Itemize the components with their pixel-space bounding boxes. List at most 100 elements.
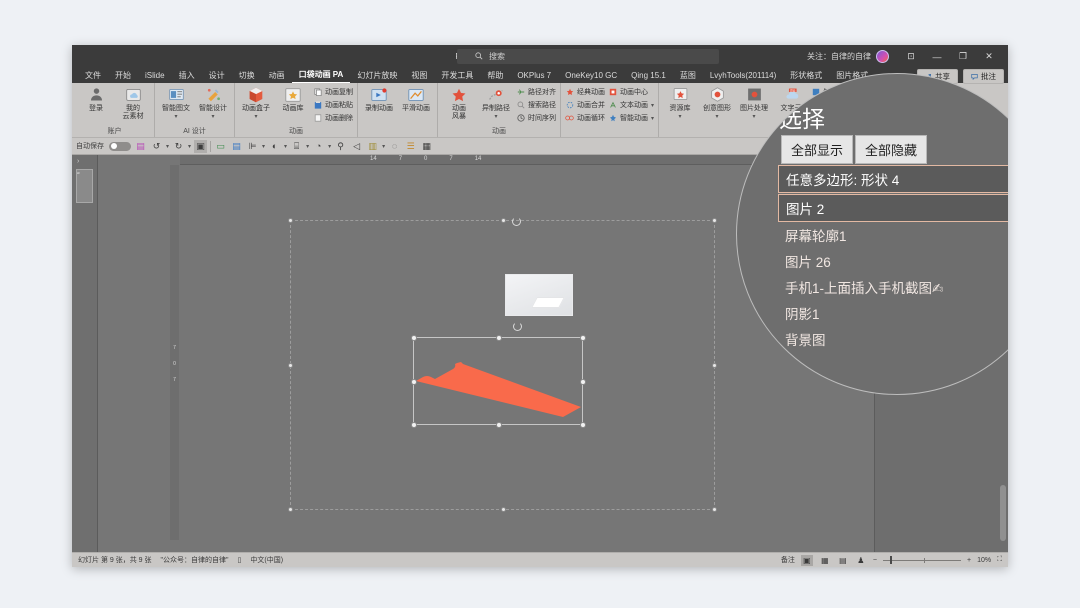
animation-box-button[interactable]: 动画盒子 ▾ [239,85,273,120]
zoom-level-label[interactable]: 10% [977,557,991,564]
normal-view-icon[interactable]: ▣ [800,554,813,566]
list-item-shape4[interactable]: 任意多边形: 形状 4 [778,165,1008,193]
zoom-slider[interactable] [882,555,961,565]
slideshow-icon[interactable]: ♟ [855,555,867,566]
rotate-caret-icon[interactable]: ▾ [328,143,331,150]
accessibility-icon[interactable]: ▯ [238,556,242,564]
eyedropper-icon[interactable]: ⚲ [334,140,347,153]
comment-button[interactable]: 批注 [963,69,1004,84]
image-process-button[interactable]: 图片处理 ▾ [737,85,771,120]
chevron-down-icon[interactable]: ▾ [254,114,257,121]
tab-onekey[interactable]: OneKey10 GC [558,69,624,83]
shape-handle[interactable] [410,421,417,428]
lock-caret-icon[interactable]: ▾ [382,143,385,150]
animation-storm-button[interactable]: 动画 风暴 [442,85,476,120]
chevron-down-icon[interactable]: ▾ [651,115,654,122]
list-item-picture26[interactable]: 图片 26 [778,248,1008,274]
loop-animation-button[interactable]: 动画循环 [565,112,605,124]
shape-handle[interactable] [496,334,502,341]
pointer-icon[interactable]: ◁ [350,140,363,153]
slide-thumbnail-pane[interactable]: › 9 [72,155,98,552]
animation-center-button[interactable]: 动画中心 [608,86,654,98]
smart-design-button[interactable]: 智能设计 ▾ [196,85,230,120]
lock-icon[interactable]: ▥ [366,140,379,153]
fill-caret-icon[interactable]: ▾ [284,143,287,150]
tab-pocket-animation[interactable]: 口袋动画 PA [291,68,351,83]
tab-islide[interactable]: iSlide [138,69,172,83]
selection-handle[interactable] [288,363,293,368]
text-animation-button[interactable]: 文本动画 ▾ [608,99,654,111]
motion-path-button[interactable]: 异制路径 ▾ [479,85,513,120]
table-icon[interactable]: ▦ [420,140,433,153]
rotate-icon[interactable]: ◔ [312,140,325,153]
delete-animation-button[interactable]: 动画删除 [313,112,353,124]
path-align-button[interactable]: 路径对齐 [516,86,556,98]
tab-qing[interactable]: Qing 15.1 [624,69,673,83]
presentation-icon[interactable]: ▭ [214,140,227,153]
list-item-shadow1[interactable]: 阴影1 [778,300,1008,326]
shape-handle[interactable] [579,421,586,428]
creative-shape-button[interactable]: 创意图形 ▾ [700,85,734,120]
smart-text-button[interactable]: 智能图文 ▾ [159,85,193,120]
slide-sorter-icon[interactable]: ▦ [819,555,831,566]
my-cloud-assets-button[interactable]: 我的 云素材 [116,85,150,120]
selection-handle[interactable] [501,218,506,223]
undo-caret-icon[interactable]: ▾ [166,143,169,150]
close-button[interactable]: ✕ [976,45,1002,68]
scrollbar-thumb[interactable] [1000,485,1006,541]
align-icon[interactable]: ⊫ [246,140,259,153]
autosave-toggle[interactable] [109,141,131,151]
reading-view-icon[interactable]: ▤ [837,555,849,566]
selection-handle[interactable] [712,363,717,368]
save-icon[interactable]: ▤ [134,140,147,153]
tab-file[interactable]: 文件 [78,69,108,83]
time-sequence-button[interactable]: 时间序列 [516,112,556,124]
list-item-picture2[interactable]: 图片 2 [778,194,1008,222]
new-slide-icon[interactable]: ▤ [230,140,243,153]
hide-all-button[interactable]: 全部隐藏 [855,135,928,164]
tab-shape-format[interactable]: 形状格式 [783,69,829,83]
align-caret-icon[interactable]: ▾ [262,143,265,150]
list-icon[interactable]: ☰ [404,140,417,153]
chevron-right-icon[interactable]: › [77,158,79,165]
paste-animation-button[interactable]: 动画粘贴 [313,99,353,111]
list-item-background[interactable]: 背景图 [778,326,1008,352]
phone-screenshot-image[interactable] [505,274,573,316]
smart-animation-button[interactable]: 智能动画 ▾ [608,112,654,124]
shape-handle[interactable] [410,379,417,385]
shape-fill-icon[interactable]: ◐ [268,140,281,153]
tab-lantu[interactable]: 蓝图 [673,69,703,83]
tab-developer[interactable]: 开发工具 [434,69,480,83]
tab-transitions[interactable]: 切换 [232,69,262,83]
path-search-button[interactable]: 搜索路径 [516,99,556,111]
selection-handle[interactable] [712,218,717,223]
slide-thumbnail[interactable]: 9 [76,169,93,203]
chevron-down-icon[interactable]: ▾ [494,114,497,121]
chevron-down-icon[interactable]: ▾ [753,114,756,121]
classic-animation-button[interactable]: 经典动画 [565,86,605,98]
resource-library-button[interactable]: 资源库 ▾ [663,85,697,120]
selection-handle[interactable] [712,507,717,512]
rotate-handle-top[interactable] [512,217,521,226]
zoom-knob[interactable] [889,556,893,564]
record-animation-button[interactable]: 录制动画 [362,85,396,113]
animation-library-button[interactable]: 动画库 [276,85,310,113]
chevron-down-icon[interactable]: ▾ [174,114,177,121]
undo-icon[interactable]: ↺ [150,140,163,153]
redo-caret-icon[interactable]: ▾ [188,143,191,150]
selection-handle[interactable] [288,507,293,512]
tab-help[interactable]: 帮助 [480,69,510,83]
chevron-down-icon[interactable]: ▾ [211,114,214,121]
shape-handle[interactable] [579,379,586,385]
shape-handle[interactable] [579,334,586,341]
selection-handle[interactable] [288,218,293,223]
shape-handle[interactable] [496,421,502,428]
list-item-phone1[interactable]: 手机1-上面插入手机截图✍ [778,274,1008,300]
copy-animation-button[interactable]: 动画复制 [313,86,353,98]
show-all-button[interactable]: 全部显示 [781,135,854,164]
tab-animations[interactable]: 动画 [262,69,292,83]
selection-handle[interactable] [501,507,506,512]
list-item-screen-outline[interactable]: 屏幕轮廓1 [778,222,1008,248]
search-input[interactable]: 搜索 [457,49,719,64]
tab-okplus[interactable]: OKPlus 7 [510,69,558,83]
